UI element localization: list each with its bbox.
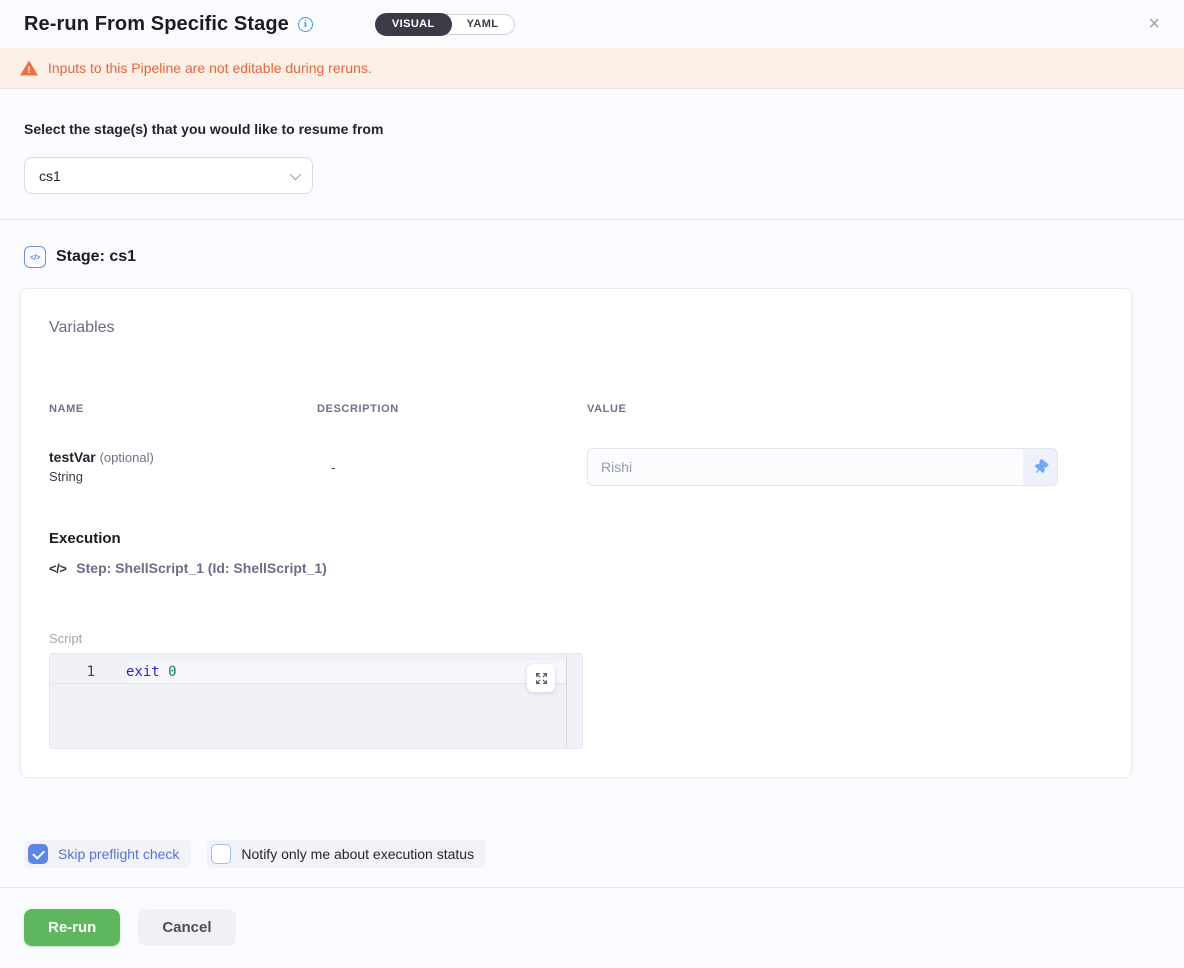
stage-select-section: Select the stage(s) that you would like … [0, 89, 1184, 220]
modal-header: Re-run From Specific Stage i VISUAL YAML… [0, 0, 1184, 48]
column-header-name: NAME [49, 403, 317, 415]
execution-heading: Execution [49, 530, 1103, 547]
step-label: Step: ShellScript_1 (Id: ShellScript_1) [76, 560, 327, 576]
variable-value-input [588, 449, 1023, 485]
code-argument: 0 [168, 664, 176, 680]
variable-name: testVar [49, 449, 96, 465]
stage-select-value: cs1 [39, 168, 61, 184]
stage-heading: </> Stage: cs1 [20, 246, 1160, 268]
code-icon: </> [49, 561, 66, 576]
visual-yaml-toggle: VISUAL YAML [375, 14, 516, 35]
checkbox-checked-icon[interactable] [28, 844, 48, 864]
script-code-editor[interactable]: 1 exit 0 [49, 653, 583, 749]
variable-description: - [317, 459, 587, 475]
code-line: 1 exit 0 [50, 654, 582, 682]
warning-banner: ! Inputs to this Pipeline are not editab… [0, 48, 1184, 89]
table-row: testVar (optional) String - [49, 448, 1103, 486]
line-number: 1 [50, 663, 95, 682]
stage-select-dropdown[interactable]: cs1 [24, 157, 313, 194]
tab-yaml[interactable]: YAML [451, 14, 515, 35]
stage-card: Variables NAME DESCRIPTION VALUE testVar… [20, 288, 1132, 778]
chevron-down-icon [290, 168, 301, 179]
pin-icon[interactable] [1023, 449, 1057, 485]
variable-name-cell: testVar (optional) String [49, 448, 317, 486]
variable-value-wrap [587, 448, 1058, 486]
variables-heading: Variables [49, 319, 1103, 337]
stage-title: Stage: cs1 [56, 248, 136, 266]
code-keyword: exit [126, 664, 160, 680]
stage-select-label: Select the stage(s) that you would like … [24, 121, 1160, 137]
warning-icon: ! [20, 61, 38, 76]
editor-scrollbar[interactable] [566, 655, 567, 747]
skip-preflight-option[interactable]: Skip preflight check [24, 840, 191, 868]
page-title: Re-run From Specific Stage [24, 13, 289, 36]
script-label: Script [49, 631, 1103, 646]
column-header-description: DESCRIPTION [317, 403, 587, 415]
variable-value-cell [587, 448, 1103, 486]
tab-visual[interactable]: VISUAL [375, 13, 452, 36]
warning-text: Inputs to this Pipeline are not editable… [48, 60, 372, 76]
expand-icon [535, 672, 548, 685]
notify-only-me-option[interactable]: Notify only me about execution status [207, 840, 486, 868]
skip-preflight-label: Skip preflight check [58, 846, 179, 862]
expand-editor-button[interactable] [527, 664, 555, 692]
step-heading: </> Step: ShellScript_1 (Id: ShellScript… [49, 560, 1103, 576]
rerun-button[interactable]: Re-run [24, 909, 120, 946]
cancel-button[interactable]: Cancel [138, 909, 235, 946]
stage-type-icon: </> [24, 246, 46, 268]
stage-section: </> Stage: cs1 Variables NAME DESCRIPTIO… [0, 220, 1184, 887]
variables-table-header: NAME DESCRIPTION VALUE [49, 403, 1103, 415]
notify-only-me-label: Notify only me about execution status [241, 846, 474, 862]
checkbox-unchecked-icon[interactable] [211, 844, 231, 864]
info-icon[interactable]: i [298, 17, 313, 32]
modal-footer: Re-run Cancel [0, 887, 1184, 967]
variable-optional-tag: (optional) [100, 450, 154, 465]
current-line-border [51, 683, 566, 684]
run-options-row: Skip preflight check Notify only me abou… [20, 840, 1160, 868]
column-header-value: VALUE [587, 403, 1103, 415]
variable-type: String [49, 467, 317, 486]
close-icon[interactable]: × [1148, 14, 1160, 34]
rerun-from-stage-modal: Re-run From Specific Stage i VISUAL YAML… [0, 0, 1184, 968]
